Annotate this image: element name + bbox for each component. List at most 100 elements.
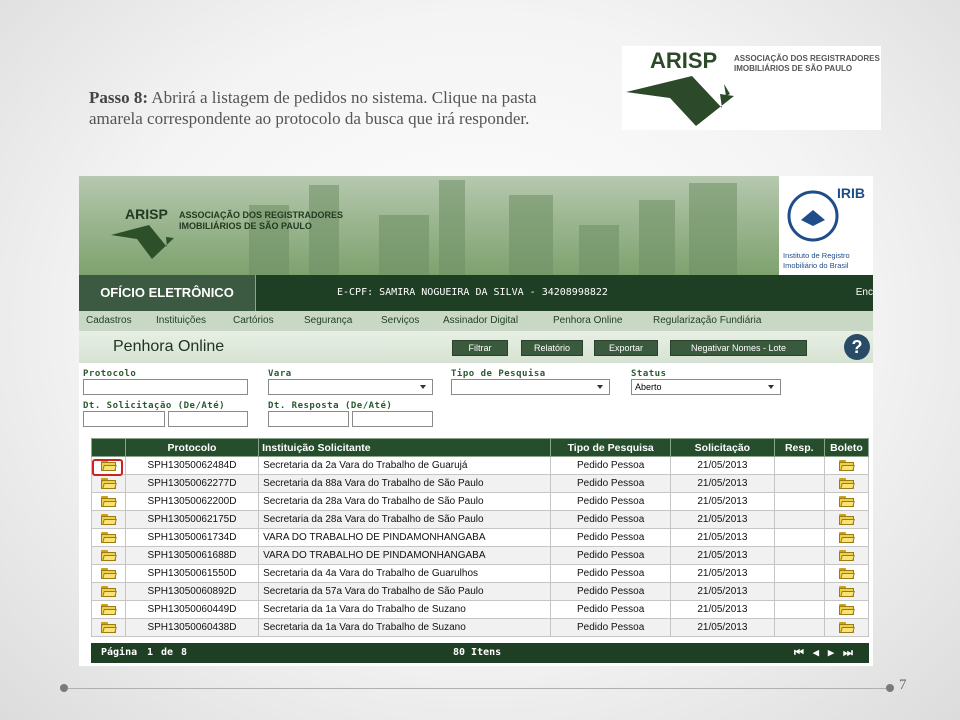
boleto-cell[interactable] xyxy=(823,456,870,475)
tipo-pesquisa-cell: Pedido Pessoa xyxy=(550,510,672,529)
open-folder-cell[interactable] xyxy=(91,492,126,511)
irib-logo: IRIB Instituto de Registro Imobiliário d… xyxy=(779,176,873,275)
solicitacao-cell: 21/05/2013 xyxy=(670,546,775,565)
app-banner: ARISP ASSOCIAÇÃO DOS REGISTRADORES IMOBI… xyxy=(79,176,873,275)
col-header-protocolo[interactable]: Protocolo xyxy=(124,438,260,457)
folder-icon[interactable] xyxy=(100,531,117,543)
folder-icon[interactable] xyxy=(838,567,855,579)
dt-solicitacao-ate-input[interactable] xyxy=(168,411,248,427)
menu-cartorios[interactable]: Cartórios xyxy=(233,311,274,331)
logo-line2: IMOBILIÁRIOS DE SÃO PAULO xyxy=(734,64,852,73)
pagination-controls: ⏮ ◀ ▶ ⏭ xyxy=(794,643,854,663)
instituicao-cell: Secretaria da 28a Vara do Trabalho de Sã… xyxy=(258,510,552,529)
open-folder-cell[interactable] xyxy=(91,546,126,565)
table-body: SPH13050062484D Secretaria da 2a Vara do … xyxy=(91,456,870,637)
boleto-cell[interactable] xyxy=(823,510,870,529)
open-folder-cell[interactable] xyxy=(91,528,126,547)
folder-icon[interactable] xyxy=(838,621,855,633)
open-folder-cell[interactable] xyxy=(91,474,126,493)
folder-icon[interactable] xyxy=(838,531,855,543)
col-header-boleto[interactable]: Boleto xyxy=(823,438,870,457)
folder-icon[interactable] xyxy=(100,549,117,561)
col-header-instituicao[interactable]: Instituição Solicitante xyxy=(258,438,552,457)
folder-icon[interactable] xyxy=(838,495,855,507)
boleto-cell[interactable] xyxy=(823,564,870,583)
help-icon[interactable]: ? xyxy=(844,334,870,360)
folder-icon[interactable] xyxy=(838,459,855,471)
status-select[interactable]: Aberto xyxy=(631,379,781,395)
col-header-tipo-pesquisa[interactable]: Tipo de Pesquisa xyxy=(550,438,672,457)
folder-icon[interactable] xyxy=(838,603,855,615)
prev-page-icon[interactable]: ◀ xyxy=(813,646,821,659)
tipo-pesquisa-cell: Pedido Pessoa xyxy=(550,492,672,511)
folder-icon[interactable] xyxy=(100,477,117,489)
table-row: SPH13050060449D Secretaria da 1a Vara do … xyxy=(91,600,870,619)
irib-line2: Imobiliário do Brasil xyxy=(783,261,849,270)
boleto-cell[interactable] xyxy=(823,546,870,565)
solicitacao-cell: 21/05/2013 xyxy=(670,564,775,583)
resp-cell xyxy=(773,618,825,637)
resp-cell xyxy=(773,510,825,529)
tipo-pesquisa-cell: Pedido Pessoa xyxy=(550,546,672,565)
folder-icon[interactable] xyxy=(100,585,117,597)
folder-icon[interactable] xyxy=(100,495,117,507)
table-header-row: Protocolo Instituição Solicitante Tipo d… xyxy=(91,438,870,457)
exportar-button[interactable]: Exportar xyxy=(594,340,658,356)
page-total: 8 xyxy=(181,647,188,658)
relatorio-button[interactable]: Relatório xyxy=(521,340,583,356)
slide-footer-line xyxy=(68,688,888,689)
titlebar-end-link[interactable]: Enc xyxy=(856,275,873,311)
open-folder-cell[interactable] xyxy=(91,510,126,529)
menu-regularizacao-fundiaria[interactable]: Regularização Fundiária xyxy=(653,311,761,331)
negativar-nomes-lote-button[interactable]: Negativar Nomes - Lote xyxy=(670,340,807,356)
folder-icon[interactable] xyxy=(100,621,117,633)
vara-select[interactable] xyxy=(268,379,433,395)
menu-seguranca[interactable]: Segurança xyxy=(304,311,352,331)
open-folder-cell[interactable] xyxy=(91,582,126,601)
folder-icon[interactable] xyxy=(838,477,855,489)
menu-servicos[interactable]: Serviços xyxy=(381,311,419,331)
folder-icon[interactable] xyxy=(838,513,855,525)
dt-resposta-ate-input[interactable] xyxy=(352,411,433,427)
banner-arisp-logo: ARISP ASSOCIAÇÃO DOS REGISTRADORES IMOBI… xyxy=(111,206,343,259)
folder-icon[interactable] xyxy=(838,549,855,561)
col-header-solicitacao[interactable]: Solicitação xyxy=(670,438,775,457)
filtrar-button[interactable]: Filtrar xyxy=(452,340,508,356)
solicitacao-cell: 21/05/2013 xyxy=(670,492,775,511)
boleto-cell[interactable] xyxy=(823,618,870,637)
folder-icon[interactable] xyxy=(838,585,855,597)
vara-label: Vara xyxy=(268,369,292,379)
table-row: SPH13050060892D Secretaria da 57a Vara do… xyxy=(91,582,870,601)
table-row: SPH13050062175D Secretaria da 28a Vara do… xyxy=(91,510,870,529)
protocolo-input[interactable] xyxy=(83,379,248,395)
tipo-pesquisa-select[interactable] xyxy=(451,379,610,395)
boleto-cell[interactable] xyxy=(823,528,870,547)
protocolo-cell: SPH13050060438D xyxy=(124,618,260,637)
folder-icon[interactable] xyxy=(100,513,117,525)
boleto-cell[interactable] xyxy=(823,582,870,601)
boleto-cell[interactable] xyxy=(823,492,870,511)
open-folder-cell[interactable] xyxy=(91,618,126,637)
chevron-down-icon xyxy=(597,385,603,389)
folder-icon[interactable] xyxy=(100,603,117,615)
next-page-icon[interactable]: ▶ xyxy=(828,646,836,659)
table-row: SPH13050060438D Secretaria da 1a Vara do … xyxy=(91,618,870,637)
menu-cadastros[interactable]: Cadastros xyxy=(86,311,132,331)
last-page-icon[interactable]: ⏭ xyxy=(843,646,854,659)
menu-instituicoes[interactable]: Instituições xyxy=(156,311,206,331)
open-folder-cell[interactable] xyxy=(91,564,126,583)
dt-resposta-de-input[interactable] xyxy=(268,411,349,427)
boleto-cell[interactable] xyxy=(823,474,870,493)
open-folder-cell[interactable] xyxy=(91,600,126,619)
filter-panel: Protocolo Vara Tipo de Pesquisa Status A… xyxy=(79,364,873,434)
page-title: Penhora Online xyxy=(113,338,225,355)
menu-assinador-digital[interactable]: Assinador Digital xyxy=(443,311,518,331)
folder-icon[interactable] xyxy=(100,567,117,579)
menu-penhora-online[interactable]: Penhora Online xyxy=(553,311,623,331)
instituicao-cell: Secretaria da 57a Vara do Trabalho de Sã… xyxy=(258,582,552,601)
pedidos-table: Protocolo Instituição Solicitante Tipo d… xyxy=(91,438,870,637)
col-header-resp[interactable]: Resp. xyxy=(773,438,825,457)
dt-solicitacao-de-input[interactable] xyxy=(83,411,165,427)
first-page-icon[interactable]: ⏮ xyxy=(794,646,805,659)
boleto-cell[interactable] xyxy=(823,600,870,619)
